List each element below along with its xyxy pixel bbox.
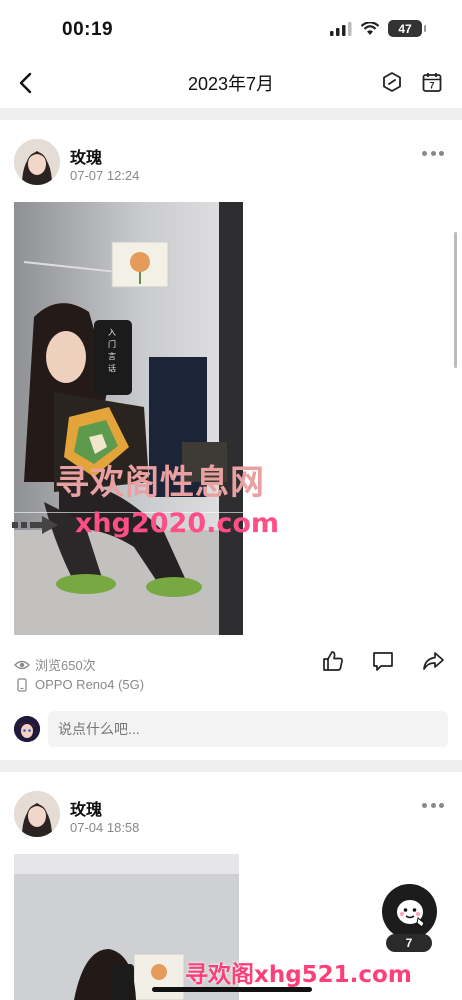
mascot-icon (396, 899, 425, 928)
share-button[interactable] (420, 648, 446, 674)
like-button[interactable] (320, 648, 346, 674)
watermark-text-bottom: 寻欢阁xhg521.com (185, 962, 412, 988)
poster-char: 话 (108, 363, 116, 373)
dot-icon (422, 150, 427, 156)
avatar[interactable] (14, 139, 60, 185)
battery-icon: 47 (388, 20, 426, 37)
calendar-icon: 7 (422, 73, 442, 92)
dot-icon (439, 802, 444, 808)
status-icons: 47 (330, 20, 426, 37)
avatar-image (14, 716, 40, 742)
thumbs-up-icon (323, 651, 343, 671)
nav-bar: 2023年7月 7 (0, 60, 462, 108)
poster-char: 言 (108, 351, 116, 361)
home-indicator (152, 987, 312, 992)
post-time: 07-04 18:58 (70, 820, 140, 835)
eye-icon (14, 660, 30, 669)
user-name[interactable]: 玫瑰 (70, 144, 102, 168)
watermark-url: xhg2020.com (75, 508, 280, 539)
post-photo[interactable]: 入 门 言 话 (14, 202, 243, 635)
view-count: 浏览650次 (35, 658, 96, 673)
device-name: OPPO Reno4 (5G) (35, 677, 145, 692)
svg-text:7: 7 (429, 81, 434, 91)
dot-icon (439, 150, 444, 156)
photo-image: 入 门 言 话 (14, 202, 243, 635)
avatar[interactable] (14, 791, 60, 837)
avatar-image (14, 791, 60, 837)
phone-icon (17, 677, 27, 692)
post-time: 07-07 12:24 (70, 168, 140, 183)
calendar-button[interactable]: 7 (420, 70, 444, 94)
comment-icon (373, 652, 393, 671)
dot-icon (422, 802, 427, 808)
dot-icon (430, 150, 436, 156)
share-icon (423, 652, 444, 670)
status-bar: 00:19 47 (0, 0, 462, 60)
dot-icon (430, 802, 436, 808)
action-bar (320, 648, 446, 674)
scroll-indicator[interactable] (454, 232, 457, 368)
post-card: 玫瑰 07-07 12:24 入 门 言 话 浏览650次 OPPO Reno4… (0, 120, 462, 760)
arrow-icon (12, 516, 58, 534)
comment-button[interactable] (370, 648, 396, 674)
comment-input[interactable] (48, 711, 448, 747)
avatar-image (14, 139, 60, 185)
device-row: OPPO Reno4 (5G) (14, 677, 144, 692)
more-options-button[interactable] (422, 147, 444, 159)
watermark-text: 寻欢阁性息网 (55, 463, 265, 503)
poster-char: 入 (108, 328, 116, 337)
floating-badge: 7 (386, 934, 432, 952)
poster-char: 门 (108, 339, 116, 349)
signal-icon (330, 21, 352, 36)
user-name[interactable]: 玫瑰 (70, 796, 102, 820)
hexagon-icon (383, 72, 401, 92)
hexagon-button[interactable] (380, 70, 404, 94)
wifi-icon (360, 21, 380, 35)
status-time: 00:19 (62, 19, 114, 40)
floating-assistant-button[interactable] (382, 884, 437, 939)
views-row: 浏览650次 (14, 655, 96, 674)
my-avatar (14, 716, 40, 742)
more-options-button[interactable] (422, 799, 444, 811)
